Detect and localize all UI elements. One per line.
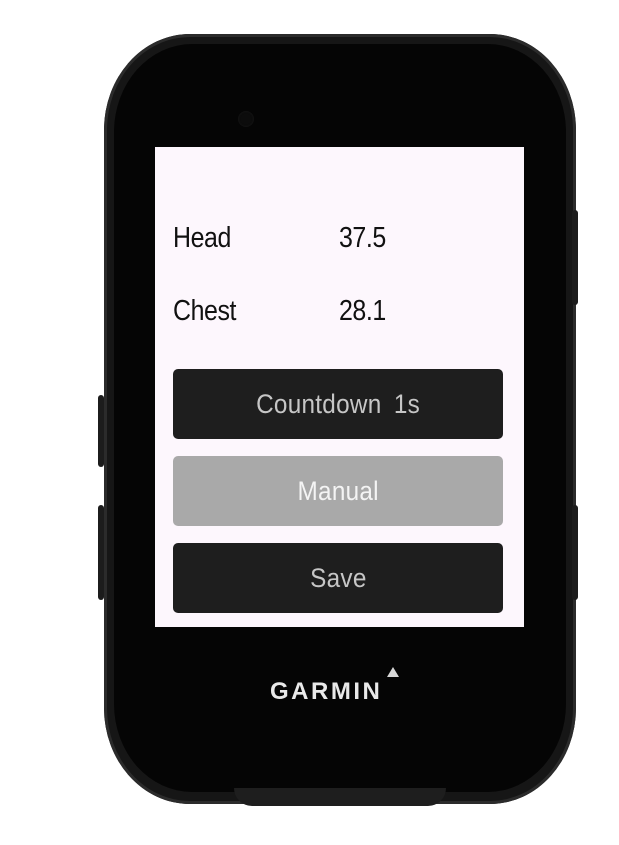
side-button-right-lower[interactable] [572, 505, 578, 600]
chest-row: Chest 28.1 [173, 295, 459, 335]
brand-logo-text: GARMIN [270, 678, 383, 705]
side-button-right-upper[interactable] [572, 210, 578, 305]
chest-label: Chest [173, 295, 237, 327]
save-button-label: Save [309, 562, 367, 593]
side-button-left-upper[interactable] [98, 395, 104, 467]
save-button[interactable]: Save [173, 543, 503, 613]
countdown-button[interactable]: Countdown 1s [173, 369, 503, 439]
garmin-triangle-logo-icon [387, 667, 399, 677]
head-label: Head [173, 222, 231, 254]
device-screen: Head 37.5 Chest 28.1 Countdown 1s Manual… [155, 147, 524, 627]
side-button-left-lower[interactable] [98, 505, 104, 600]
manual-button-label: Manual [297, 475, 379, 506]
head-value: 37.5 [338, 222, 386, 254]
head-row: Head 37.5 [173, 222, 459, 262]
ambient-light-sensor [238, 111, 254, 127]
chest-value: 28.1 [338, 295, 386, 327]
countdown-button-label: Countdown 1s [256, 388, 420, 419]
manual-button[interactable]: Manual [173, 456, 503, 526]
device-bottom-edge [234, 788, 446, 806]
